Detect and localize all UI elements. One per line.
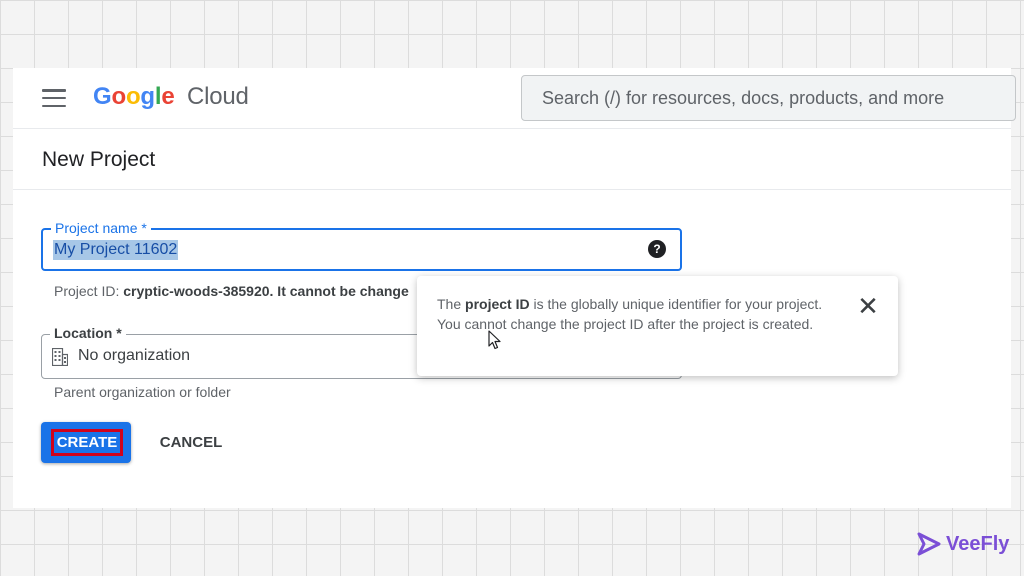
create-button-label: CREATE [51,429,123,456]
question-circle-icon[interactable]: ? [648,240,666,258]
project-id-value: cryptic-woods-385920. [123,283,274,299]
search-input[interactable] [521,75,1016,121]
top-bar: Google Cloud [13,68,1016,129]
close-x-icon[interactable]: ✕ [852,290,884,322]
building-icon [52,348,68,366]
tooltip-text: The project ID is the globally unique id… [437,294,832,334]
hamburger-menu-icon[interactable] [42,89,66,107]
location-value: No organization [78,347,191,364]
project-name-value[interactable]: My Project 11602 [53,240,179,260]
location-hint: Parent organization or folder [54,384,231,400]
project-id-suffix: It cannot be change [273,283,409,299]
page-header: New Project [13,130,1011,190]
tooltip-text-bold: project ID [465,296,530,312]
project-name-field[interactable]: Project name * My Project 11602 ? [41,220,682,271]
mouse-cursor-icon [488,330,501,350]
create-button[interactable]: CREATE [41,422,131,463]
main-panel: Google Cloud New Project Project name * … [13,68,1016,508]
google-cloud-logo[interactable]: Google Cloud [93,83,249,111]
location-label: Location * [50,325,126,341]
project-id-tooltip: The project ID is the globally unique id… [417,276,898,376]
cancel-button[interactable]: CANCEL [149,422,233,463]
project-id-hint: Project ID: cryptic-woods-385920. It can… [54,283,409,299]
logo-cloud-text: Cloud [186,83,249,110]
tooltip-text-before: The [437,296,466,312]
veefly-name: VeeFly [946,532,1010,555]
project-name-label: Project name * [51,220,151,236]
project-id-prefix: Project ID: [54,283,124,299]
veefly-watermark: VeeFly [916,530,1009,558]
page-title: New Project [42,148,156,171]
veefly-logo-icon [917,532,941,556]
logo-google-text: Google [93,83,175,110]
